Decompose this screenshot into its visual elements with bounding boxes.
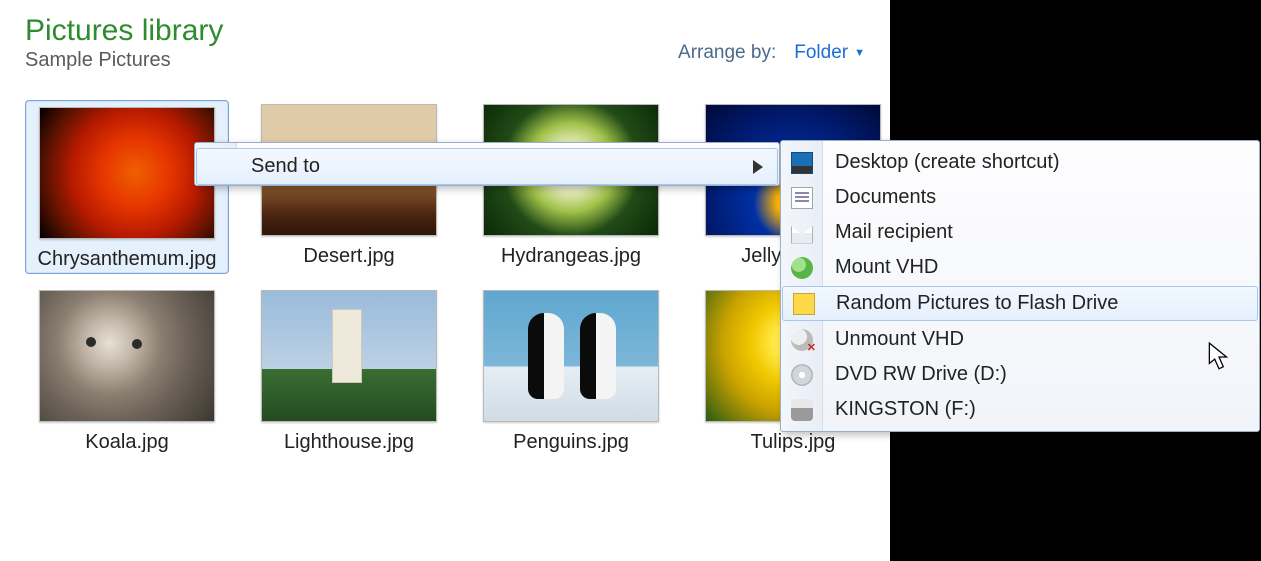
vhd-icon xyxy=(791,257,813,279)
thumbnail-image xyxy=(39,107,215,239)
dvd-icon xyxy=(791,364,813,386)
sendto-mount-vhd[interactable]: Mount VHD xyxy=(781,250,1259,285)
menu-item-send-to[interactable]: Send to xyxy=(196,148,778,185)
file-item[interactable]: Desert.jpg xyxy=(247,100,451,274)
file-item[interactable]: Hydrangeas.jpg xyxy=(469,100,673,274)
sendto-desktop[interactable]: Desktop (create shortcut) xyxy=(781,145,1259,180)
file-item[interactable]: Koala.jpg xyxy=(25,286,229,454)
file-label: Chrysanthemum.jpg xyxy=(38,247,217,271)
file-item[interactable]: Chrysanthemum.jpg xyxy=(25,100,229,274)
file-item[interactable]: Lighthouse.jpg xyxy=(247,286,451,454)
menu-item-label: Mount VHD xyxy=(835,256,938,279)
desktop-icon xyxy=(791,152,813,174)
file-label: Koala.jpg xyxy=(85,430,168,454)
sendto-documents[interactable]: Documents xyxy=(781,180,1259,215)
doc-icon xyxy=(791,187,813,209)
menu-item-label: Send to xyxy=(251,155,320,178)
library-header: Pictures library Sample Pictures Arrange… xyxy=(25,10,865,72)
thumbnail-image xyxy=(39,290,215,422)
context-menu: Send to xyxy=(194,142,780,186)
submenu-arrow-icon xyxy=(753,160,763,174)
file-label: Desert.jpg xyxy=(303,244,394,268)
title-block: Pictures library Sample Pictures xyxy=(25,10,223,72)
mail-icon xyxy=(791,222,813,244)
kbd-icon xyxy=(793,293,815,315)
menu-item-label: Documents xyxy=(835,186,936,209)
vhdx-icon xyxy=(791,329,813,351)
arrange-by-label: Arrange by: xyxy=(678,42,776,64)
file-label: Tulips.jpg xyxy=(751,430,836,454)
sendto-submenu: Desktop (create shortcut) Documents Mail r… xyxy=(780,140,1260,432)
menu-item-label: Unmount VHD xyxy=(835,328,964,351)
thumbnail-wrap xyxy=(27,286,227,426)
thumbnail-wrap xyxy=(249,286,449,426)
file-label: Penguins.jpg xyxy=(513,430,629,454)
menu-item-label: Random Pictures to Flash Drive xyxy=(836,292,1118,315)
sendto-dvd-d[interactable]: DVD RW Drive (D:) xyxy=(781,357,1259,392)
thumbnail-image xyxy=(261,290,437,422)
thumbnail-wrap xyxy=(471,286,671,426)
chevron-down-icon: ▼ xyxy=(854,47,865,59)
menu-item-label: DVD RW Drive (D:) xyxy=(835,363,1007,386)
file-label: Hydrangeas.jpg xyxy=(501,244,641,268)
sendto-unmount-vhd[interactable]: Unmount VHD xyxy=(781,322,1259,357)
arrange-by-value: Folder xyxy=(794,42,848,64)
menu-item-label: Desktop (create shortcut) xyxy=(835,151,1060,174)
library-subtitle: Sample Pictures xyxy=(25,49,223,72)
menu-item-label: Mail recipient xyxy=(835,221,953,244)
file-label: Lighthouse.jpg xyxy=(284,430,414,454)
file-item[interactable]: Penguins.jpg xyxy=(469,286,673,454)
thumbnail-image xyxy=(483,290,659,422)
menu-item-label: KINGSTON (F:) xyxy=(835,398,976,421)
sendto-random-pictures[interactable]: Random Pictures to Flash Drive xyxy=(782,286,1258,321)
sendto-mail[interactable]: Mail recipient xyxy=(781,215,1259,250)
sendto-kingston-f[interactable]: KINGSTON (F:) xyxy=(781,392,1259,427)
explorer-window: Pictures library Sample Pictures Arrange… xyxy=(0,0,890,561)
arrange-by-dropdown[interactable]: Folder ▼ xyxy=(794,42,865,64)
usb-icon xyxy=(791,399,813,421)
library-title: Pictures library xyxy=(25,14,223,47)
arrange-by-control[interactable]: Arrange by: Folder ▼ xyxy=(678,42,865,64)
